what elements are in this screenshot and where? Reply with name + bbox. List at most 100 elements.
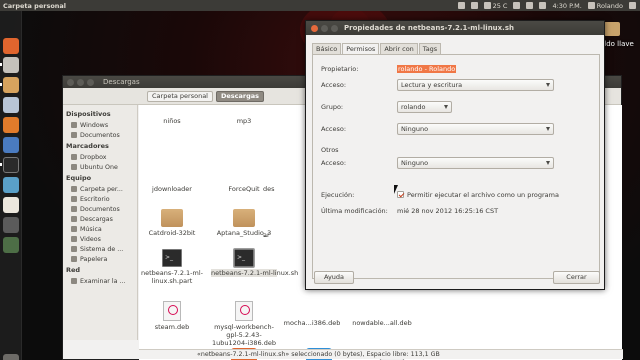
mail-indicator[interactable]: [457, 2, 465, 9]
sidebar-item-desktop[interactable]: Escritorio: [63, 194, 137, 204]
drive-icon: [71, 132, 77, 138]
file-item[interactable]: niños: [139, 117, 205, 125]
group-select[interactable]: rolando: [397, 101, 452, 113]
sidebar-item-home[interactable]: Carpeta per...: [63, 184, 137, 194]
envelope-icon: [526, 2, 534, 9]
volume-indicator[interactable]: [539, 2, 547, 9]
close-icon[interactable]: [67, 78, 74, 86]
permissions-panel: Propietario: rolando - Rolando Acceso: L…: [312, 54, 600, 279]
others-label: Otros: [321, 146, 339, 154]
sidebar-item-music[interactable]: Música: [63, 224, 137, 234]
user-icon: [587, 2, 595, 9]
chevron-down-icon: [546, 127, 550, 131]
clock[interactable]: 4:30 P.M.: [552, 2, 581, 10]
file-item[interactable]: >_ netbeans-7.2.1-ml-linux.sh.part: [139, 249, 205, 285]
desktop-folder-icon[interactable]: [604, 22, 620, 36]
execution-label: Ejecución:: [321, 191, 355, 199]
folder-launcher-icon[interactable]: [3, 77, 19, 93]
sidebar-item-dropbox[interactable]: Dropbox: [63, 152, 137, 162]
group-label: Grupo:: [321, 103, 344, 111]
properties-dialog: Propiedades de netbeans-7.2.1-ml-linux.s…: [305, 20, 605, 290]
weather-icon: [483, 2, 491, 9]
running-indicator: [0, 83, 2, 86]
debian-package-icon: [235, 301, 253, 321]
files-launcher-icon[interactable]: [3, 57, 19, 73]
file-item[interactable]: des: [263, 185, 285, 193]
sidebar-item-documents[interactable]: Documentos: [63, 204, 137, 214]
sidebar-item-ubuntu-one[interactable]: Ubuntu One: [63, 162, 137, 172]
file-item-selected[interactable]: >_ netbeans-7.2.1-ml-linux.sh: [211, 248, 298, 277]
dialog-titlebar[interactable]: Propiedades de netbeans-7.2.1-ml-linux.s…: [306, 21, 604, 35]
help-button[interactable]: Ayuda: [314, 271, 354, 284]
dropbox-indicator[interactable]: [470, 2, 478, 9]
file-item[interactable]: Catdroid-32bit: [139, 209, 205, 237]
file-item[interactable]: steam.deb: [139, 301, 205, 331]
trash-icon[interactable]: [3, 354, 19, 360]
dialog-title: Propiedades de netbeans-7.2.1-ml-linux.s…: [344, 24, 514, 32]
ubuntu-one-icon[interactable]: [3, 137, 19, 153]
session-menu[interactable]: [629, 2, 636, 9]
app-icon[interactable]: [3, 237, 19, 253]
sidebar-header-network: Red: [66, 266, 81, 274]
others-access-select[interactable]: Ninguno: [397, 157, 554, 169]
user-name: Rolando: [596, 1, 623, 10]
weather-indicator[interactable]: 25 C: [483, 2, 507, 10]
maximize-icon[interactable]: [87, 78, 94, 86]
allow-execute-label[interactable]: Permitir ejecutar el archivo como un pro…: [407, 191, 559, 199]
sidebar-item-documentos-device[interactable]: Documentos: [63, 130, 137, 140]
file-item[interactable]: ar: [263, 231, 285, 239]
web-browser-icon[interactable]: [3, 97, 19, 113]
dropbox-icon: [470, 2, 478, 9]
clock-time: 4:30 P.M.: [552, 1, 582, 10]
path-home-button[interactable]: Carpeta personal: [147, 90, 213, 102]
folder-icon: [233, 209, 255, 227]
running-indicator: [0, 163, 2, 166]
folder-icon: [161, 209, 183, 227]
file-item[interactable]: mysql-workbench-gpl-5.2.43-1ubu1204-i386…: [211, 301, 277, 347]
minimize-icon[interactable]: [321, 24, 328, 32]
dash-home-icon[interactable]: [3, 38, 19, 54]
sidebar-item-videos[interactable]: Videos: [63, 234, 137, 244]
sidebar-header-devices: Dispositivos: [66, 110, 111, 118]
sidebar-item-filesystem[interactable]: Sistema de ...: [63, 244, 137, 254]
sidebar-item-browse-network[interactable]: Examinar la ...: [63, 276, 137, 286]
active-window-title: Carpeta personal: [3, 1, 67, 10]
terminal-icon[interactable]: [3, 157, 19, 173]
sidebar-item-trash[interactable]: Papelera: [63, 254, 137, 264]
text-editor-icon[interactable]: [3, 177, 19, 193]
tab-tags[interactable]: Tags: [418, 43, 442, 54]
firefox-icon[interactable]: [3, 117, 19, 133]
group-access-select[interactable]: Ninguno: [397, 123, 554, 135]
home-icon: [71, 186, 77, 192]
close-icon[interactable]: [311, 24, 318, 32]
tab-open-with[interactable]: Abrir con: [380, 43, 418, 54]
sidebar-item-downloads[interactable]: Descargas: [63, 214, 137, 224]
sidebar-item-windows[interactable]: Windows: [63, 120, 137, 130]
minimize-icon[interactable]: [77, 78, 84, 86]
desktop-folder-label: aldo llave: [600, 40, 634, 48]
launcher: [0, 11, 22, 360]
owner-access-select[interactable]: Lectura y escritura: [397, 79, 554, 91]
owner-value: rolando - Rolando: [397, 65, 457, 73]
script-icon: >_: [162, 249, 182, 267]
file-item[interactable]: nowdable...all.deb: [349, 319, 415, 327]
messaging-indicator[interactable]: [526, 2, 534, 9]
drive-icon: [71, 122, 77, 128]
file-manager-title: Descargas: [103, 78, 140, 86]
allow-execute-checkbox[interactable]: [397, 191, 404, 198]
close-button[interactable]: Cerrar: [553, 271, 600, 284]
file-item[interactable]: mocha...i386.deb: [279, 319, 345, 327]
tab-basic[interactable]: Básico: [312, 43, 342, 54]
path-downloads-button[interactable]: Descargas: [216, 90, 265, 102]
drive-icon[interactable]: [3, 217, 19, 233]
software-center-icon[interactable]: [3, 197, 19, 213]
power-icon: [629, 2, 636, 9]
owner-access-label: Acceso:: [321, 81, 347, 89]
user-menu[interactable]: Rolando: [587, 1, 623, 10]
folder-icon: [71, 154, 77, 160]
maximize-icon[interactable]: [331, 24, 338, 32]
file-item[interactable]: jdownloader: [139, 185, 205, 193]
file-item[interactable]: mp3: [211, 117, 277, 125]
chevron-down-icon: [546, 161, 550, 165]
network-indicator[interactable]: [513, 2, 521, 9]
